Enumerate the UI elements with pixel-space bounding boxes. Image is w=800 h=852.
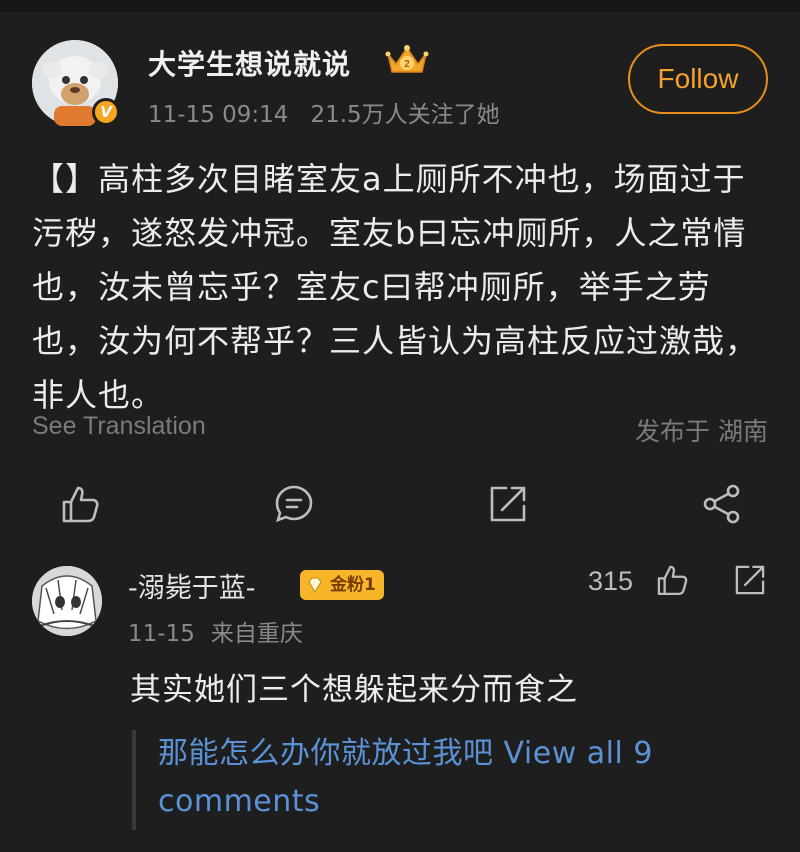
comment-date: 11-15: [128, 621, 195, 647]
thumbs-up-icon[interactable]: [654, 562, 690, 598]
commenter-name[interactable]: -溺毙于蓝-: [128, 566, 256, 605]
reply-preview[interactable]: 那能怎么办你就放过我吧 View all 9 comments: [132, 730, 752, 830]
follow-button[interactable]: Follow: [628, 44, 768, 114]
post-time: 11-15 09:14: [148, 102, 289, 128]
author-name[interactable]: 大学生想说就说: [148, 43, 351, 83]
see-translation-link[interactable]: See Translation: [32, 412, 206, 441]
repost-icon: [490, 486, 526, 522]
status-strip: [0, 0, 800, 12]
comment-text: 其实她们三个想躲起来分而食之: [130, 672, 578, 708]
share-icon: [703, 484, 740, 524]
repost-button[interactable]: [486, 482, 530, 526]
thumbs-up-icon: [62, 486, 99, 523]
follower-count: 21.5万人关注了她: [310, 102, 500, 128]
fan-badge: 金粉1: [300, 570, 384, 600]
crown-icon: 2: [385, 45, 429, 73]
comment-origin: 来自重庆: [210, 621, 303, 647]
share-button[interactable]: [700, 482, 744, 526]
repost-icon[interactable]: [732, 562, 768, 598]
commenter-avatar[interactable]: [32, 566, 102, 636]
svg-text:2: 2: [404, 59, 410, 70]
gem-icon: [308, 577, 322, 593]
post-meta: 11-15 09:14 21.5万人关注了她: [148, 95, 500, 129]
comment-icon: [275, 485, 313, 523]
comment-button[interactable]: [272, 482, 316, 526]
reply-preview-text[interactable]: 那能怎么办你就放过我吧 View all 9 comments: [158, 730, 752, 826]
post-location: 发布于 湖南: [635, 417, 768, 446]
fan-badge-label: 金粉1: [330, 575, 376, 595]
verified-badge: V: [92, 98, 120, 126]
comment-like-count: 315: [588, 566, 634, 596]
comment-meta: 11-15 来自重庆: [128, 614, 303, 648]
like-button[interactable]: [58, 482, 102, 526]
post-body-text: 【】高柱多次目睹室友a上厕所不冲也，场面过于污秽，遂怒发冲冠。室友b曰忘冲厕所，…: [32, 160, 759, 414]
